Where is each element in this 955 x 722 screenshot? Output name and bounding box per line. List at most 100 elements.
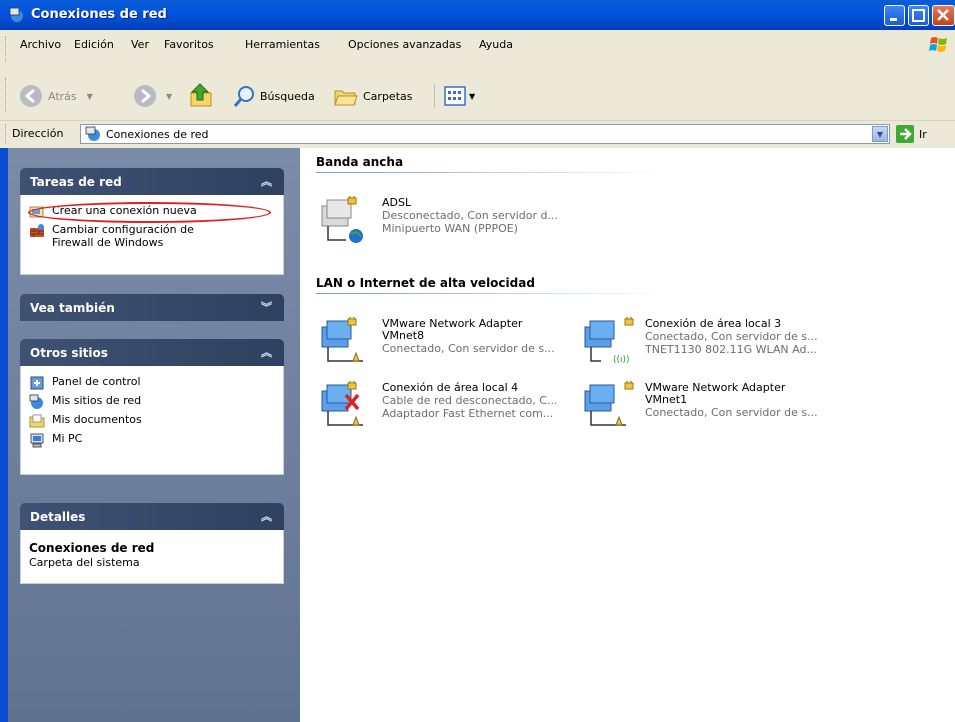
forward-arrow-icon — [134, 85, 156, 107]
menu-bar: Archivo Edición Ver Favoritos Herramient… — [0, 30, 955, 71]
back-label: Atrás — [48, 89, 77, 103]
connection-name: Conexión de área local 4 — [382, 381, 519, 394]
menu-ayuda[interactable]: Ayuda — [479, 38, 513, 51]
my-computer-icon — [30, 433, 44, 448]
connection-status: Conectado, Con servidor de s... — [382, 342, 555, 355]
expand-chevron-icon[interactable]: ︾ — [261, 299, 272, 315]
back-dropdown-icon[interactable]: ▼ — [87, 92, 93, 101]
menu-edicion[interactable]: Edición — [74, 38, 114, 51]
highlight-annotation — [28, 202, 271, 223]
connection-vmnet8[interactable]: VMware Network Adapter VMnet8 Conectado,… — [318, 317, 580, 375]
network-tasks-header[interactable]: Tareas de red ︽ — [20, 168, 284, 195]
other-places-header[interactable]: Otros sitios ︽ — [20, 339, 284, 366]
window-title: Conexiones de red — [31, 7, 167, 22]
go-label: Ir — [919, 127, 927, 141]
maximize-icon — [912, 9, 925, 22]
go-button[interactable]: Ir — [895, 124, 927, 144]
address-bar: Dirección Conexiones de red ▼ Ir — [0, 121, 955, 149]
menu-herramientas[interactable]: Herramientas — [245, 38, 320, 51]
search-icon — [233, 86, 254, 107]
close-icon — [937, 9, 949, 21]
address-grip[interactable] — [5, 124, 9, 144]
folders-icon — [334, 90, 358, 106]
other-places-title: Otros sitios — [30, 346, 108, 360]
task-pane: Tareas de red ︽ Crear una conexión nueva… — [0, 148, 300, 722]
firewall-settings-link[interactable]: Cambiar configuración de Firewall de Win… — [29, 223, 275, 249]
search-button[interactable]: Búsqueda — [232, 83, 315, 109]
up-folder-icon[interactable] — [188, 81, 216, 109]
window-left-border — [0, 148, 8, 722]
connection-status: Cable de red desconectado, C... — [382, 394, 558, 407]
my-computer-link[interactable]: Mi PC — [29, 432, 275, 448]
address-value: Conexiones de red — [106, 128, 209, 141]
see-also-title: Vea también — [30, 301, 115, 315]
my-network-places-label: Mis sitios de red — [52, 394, 142, 407]
connection-status: Desconectado, Con servidor d... — [382, 209, 558, 222]
address-input[interactable]: Conexiones de red ▼ — [80, 124, 890, 144]
collapse-chevron-icon[interactable]: ︽ — [261, 173, 272, 189]
back-button[interactable]: Atrás ▼ — [18, 83, 93, 109]
connection-local-3[interactable]: ((ı)) Conexión de área local 3 Conectado… — [581, 317, 843, 375]
minimize-button[interactable] — [884, 5, 905, 26]
connection-status: Conectado, Con servidor de s... — [645, 330, 818, 343]
views-icon — [444, 86, 466, 106]
my-network-places-link[interactable]: Mis sitios de red — [29, 394, 275, 410]
menu-grip[interactable] — [5, 36, 9, 62]
menu-ver[interactable]: Ver — [131, 38, 149, 51]
network-tasks-title: Tareas de red — [30, 175, 122, 189]
connection-name: ADSL — [382, 196, 412, 209]
my-computer-label: Mi PC — [52, 432, 83, 445]
menu-archivo[interactable]: Archivo — [20, 38, 61, 51]
address-dropdown-icon[interactable]: ▼ — [872, 126, 888, 142]
connection-vmnet1[interactable]: VMware Network Adapter VMnet1 Conectado,… — [581, 381, 843, 439]
network-connections-icon — [9, 7, 23, 22]
views-dropdown-icon[interactable]: ▼ — [469, 92, 475, 101]
content-area: Banda ancha ADSL Desconectado, Con servi… — [300, 148, 955, 722]
collapse-chevron-icon[interactable]: ︽ — [261, 344, 272, 360]
details-header[interactable]: Detalles ︽ — [20, 503, 284, 530]
search-label: Búsqueda — [260, 89, 315, 103]
forward-button[interactable]: ▼ — [132, 83, 172, 109]
menu-opciones-avanzadas[interactable]: Opciones avanzadas — [348, 38, 461, 51]
details-type: Carpeta del sistema — [29, 556, 140, 569]
title-bar: Conexiones de red — [0, 0, 955, 30]
network-places-icon — [29, 394, 43, 409]
connection-device: Adaptador Fast Ethernet com... — [382, 407, 554, 420]
close-button[interactable] — [932, 5, 955, 26]
collapse-chevron-icon[interactable]: ︽ — [261, 508, 272, 524]
section-broadband-divider — [316, 172, 666, 173]
section-lan-title: LAN o Internet de alta velocidad — [316, 276, 535, 290]
forward-dropdown-icon[interactable]: ▼ — [166, 92, 172, 101]
back-arrow-icon — [20, 85, 42, 107]
my-documents-link[interactable]: Mis documentos — [29, 413, 275, 429]
address-label: Dirección — [12, 127, 64, 140]
section-broadband-title: Banda ancha — [316, 155, 404, 169]
folders-label: Carpetas — [363, 89, 413, 103]
menu-favoritos[interactable]: Favoritos — [164, 38, 214, 51]
details-name: Conexiones de red — [29, 541, 155, 555]
folders-button[interactable]: Carpetas — [333, 83, 412, 109]
toolbar-separator — [434, 84, 435, 108]
details-body: Conexiones de red Carpeta del sistema — [20, 530, 284, 584]
minimize-icon — [890, 18, 897, 21]
windows-logo-icon — [929, 37, 947, 52]
other-places-panel: Otros sitios ︽ Panel de control Mis siti… — [20, 339, 284, 475]
toolbar-grip[interactable] — [5, 78, 9, 112]
connection-device: TNET1130 802.11G WLAN Ad... — [645, 343, 817, 356]
control-panel-link[interactable]: Panel de control — [29, 375, 275, 391]
other-places-body: Panel de control Mis sitios de red Mis d… — [20, 366, 284, 475]
connection-name-line2: VMnet1 — [645, 393, 688, 406]
go-arrow-icon — [896, 125, 914, 143]
wireless-connection-icon: ((ı)) — [584, 317, 634, 365]
control-panel-label: Panel de control — [52, 375, 141, 388]
views-button[interactable]: ▼ — [443, 83, 475, 109]
lan-connection-icon — [321, 317, 363, 362]
connection-local-4[interactable]: Conexión de área local 4 Cable de red de… — [318, 381, 580, 439]
firewall-settings-label: Cambiar configuración de Firewall de Win… — [52, 223, 194, 249]
my-documents-icon — [29, 414, 45, 428]
maximize-button[interactable] — [908, 5, 929, 26]
details-title: Detalles — [30, 510, 86, 524]
connection-adsl[interactable]: ADSL Desconectado, Con servidor d... Min… — [318, 196, 580, 254]
section-lan-divider — [316, 293, 666, 294]
see-also-header[interactable]: Vea también ︾ — [20, 294, 284, 321]
